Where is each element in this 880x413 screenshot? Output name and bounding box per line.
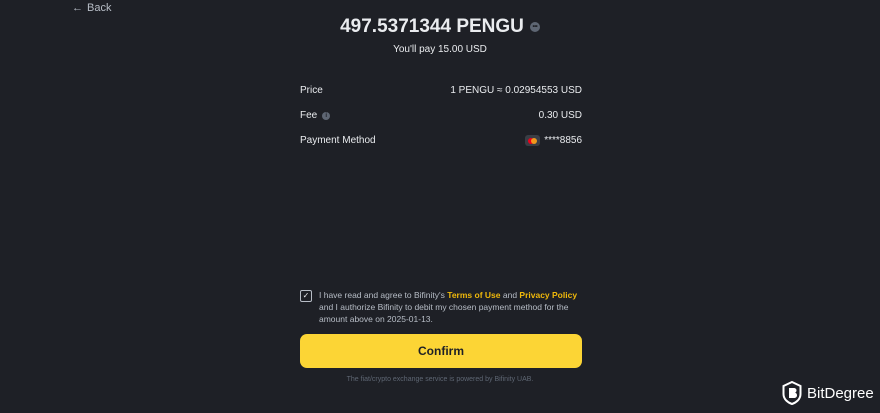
crypto-amount-value: 497.5371344 PENGU — [340, 16, 524, 37]
payment-method-row: Payment Method ****8856 — [300, 128, 582, 153]
bitdegree-name: BitDegree — [807, 384, 874, 402]
crypto-amount: 497.5371344 PENGU ••• — [0, 16, 880, 38]
agreement-text-1: I have read and agree to Bifinity's — [319, 290, 448, 300]
price-row: Price 1 PENGU ≈ 0.02954553 USD — [300, 78, 582, 103]
fee-label-group: Fee i — [300, 110, 331, 121]
bitdegree-logo-icon — [782, 381, 802, 405]
agreement-checkbox[interactable]: ✓ — [300, 290, 312, 302]
terms-of-use-link[interactable]: Terms of Use — [447, 290, 500, 300]
fee-row: Fee i 0.30 USD — [300, 103, 582, 128]
fee-value: 0.30 USD — [538, 110, 582, 121]
pay-amount-text: You'll pay 15.00 USD — [393, 44, 487, 55]
card-number: ****8856 — [544, 135, 582, 146]
info-icon[interactable]: i — [322, 111, 331, 120]
agreement-text: I have read and agree to Bifinity's Term… — [319, 289, 582, 325]
order-confirmation-page: ← Back 497.5371344 PENGU ••• You'll pay … — [0, 0, 880, 413]
fee-label: Fee — [300, 110, 318, 121]
checkmark-icon: ✓ — [302, 291, 310, 300]
order-details: Price 1 PENGU ≈ 0.02954553 USD Fee i 0.3… — [300, 78, 582, 153]
back-label: Back — [87, 2, 112, 14]
arrow-left-icon: ← — [72, 2, 83, 14]
agreement-block: ✓ I have read and agree to Bifinity's Te… — [300, 289, 582, 325]
privacy-policy-link[interactable]: Privacy Policy — [519, 290, 577, 300]
agreement-text-2: and I authorize Bifinity to debit my cho… — [319, 302, 569, 324]
mastercard-icon — [525, 135, 541, 146]
powered-by-text: The fiat/crypto exchange service is powe… — [346, 376, 534, 383]
back-link[interactable]: ← Back — [72, 2, 111, 14]
bitdegree-watermark: BitDegree — [782, 381, 874, 405]
more-icon[interactable]: ••• — [529, 22, 540, 32]
confirm-button[interactable]: Confirm — [300, 334, 582, 368]
payment-method-value-group: ****8856 — [525, 135, 582, 146]
payment-method-label: Payment Method — [300, 135, 376, 146]
price-label: Price — [300, 85, 323, 96]
price-value: 1 PENGU ≈ 0.02954553 USD — [450, 85, 582, 96]
agreement-text-and: and — [500, 290, 520, 300]
